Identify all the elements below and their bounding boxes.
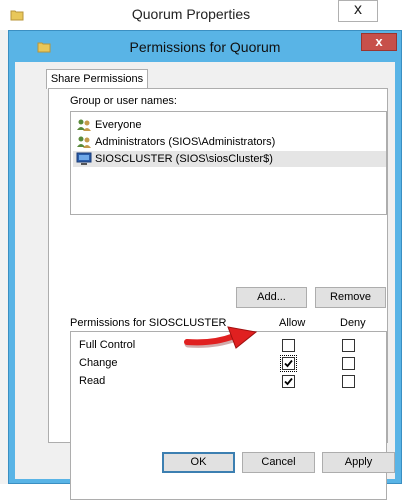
checkmark-icon <box>284 359 293 368</box>
list-item[interactable]: Everyone <box>73 117 386 133</box>
permission-label: Full Control <box>79 339 136 351</box>
deny-column-header: Deny <box>340 317 366 329</box>
deny-change-checkbox[interactable] <box>342 357 355 370</box>
user-list[interactable]: Everyone Administrators (SIOS\Administra… <box>70 111 387 215</box>
allow-change-checkbox[interactable] <box>280 355 297 372</box>
permission-label: Read <box>79 375 106 387</box>
close-button[interactable]: x <box>361 33 397 51</box>
permission-row-change: Change <box>71 355 386 373</box>
user-name: SIOSCLUSTER (SIOS\siosCluster$) <box>95 153 273 165</box>
group-or-user-names-label: Group or user names: <box>70 95 177 107</box>
permissions-list: Full Control Change Read <box>70 331 387 500</box>
checkmark-icon <box>284 377 293 386</box>
permissions-dialog: Permissions for Quorum x Share Permissio… <box>8 30 402 500</box>
ok-button[interactable]: OK <box>162 452 235 473</box>
permission-label: Change <box>79 357 118 369</box>
computer-icon <box>76 152 92 166</box>
list-item-selected[interactable]: SIOSCLUSTER (SIOS\siosCluster$) <box>73 151 386 167</box>
user-name: Administrators (SIOS\Administrators) <box>95 136 276 148</box>
allow-column-header: Allow <box>279 317 306 329</box>
close-icon: x <box>375 34 383 49</box>
quorum-properties-titlebar: Quorum Properties x <box>0 0 402 31</box>
deny-full-control-checkbox[interactable] <box>342 339 355 352</box>
quorum-properties-title: Quorum Properties <box>131 6 251 22</box>
dialog-title: Permissions for Quorum <box>129 39 281 55</box>
allow-read-checkbox[interactable] <box>282 375 295 388</box>
tab-share-permissions[interactable]: Share Permissions <box>46 69 148 89</box>
red-arrow-icon <box>184 326 258 349</box>
close-icon: x <box>354 1 362 18</box>
user-group-icon <box>76 118 92 132</box>
apply-button[interactable]: Apply <box>322 452 395 473</box>
cancel-button[interactable]: Cancel <box>242 452 315 473</box>
close-button[interactable]: x <box>338 0 378 22</box>
list-item[interactable]: Administrators (SIOS\Administrators) <box>73 134 386 150</box>
remove-button[interactable]: Remove <box>315 287 386 308</box>
dialog-client-area: Share Permissions Group or user names: E… <box>15 62 395 500</box>
allow-full-control-checkbox[interactable] <box>282 339 295 352</box>
permissions-dialog-titlebar[interactable]: Permissions for Quorum x <box>9 31 401 63</box>
permission-row-read: Read <box>71 373 386 391</box>
deny-read-checkbox[interactable] <box>342 375 355 388</box>
share-permissions-page: Group or user names: Everyone Administra… <box>48 88 388 500</box>
user-name: Everyone <box>95 119 142 131</box>
user-group-icon <box>76 135 92 149</box>
add-button[interactable]: Add... <box>236 287 307 308</box>
